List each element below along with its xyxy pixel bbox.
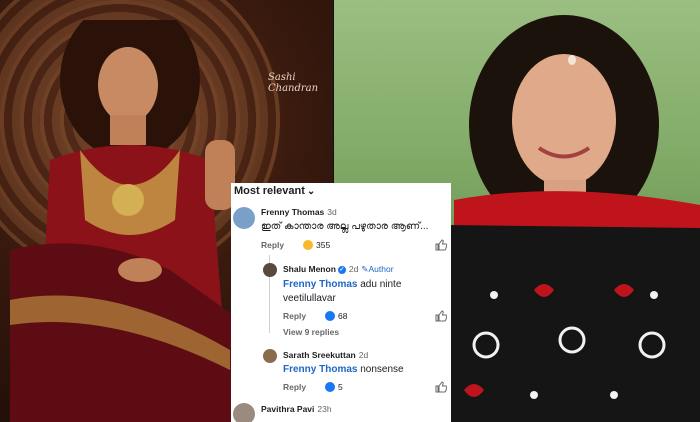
reply-text-line2: veetilullavar bbox=[283, 293, 336, 304]
avatar[interactable] bbox=[233, 207, 255, 229]
reply-text: Frenny Thomas adu ninte bbox=[283, 279, 402, 290]
reply-link[interactable]: Reply bbox=[283, 382, 306, 392]
photographer-signature: Sashi Chandran bbox=[268, 72, 319, 94]
mention-link[interactable]: Frenny Thomas bbox=[283, 364, 357, 375]
author-badge: ✎Author bbox=[361, 264, 394, 274]
sort-dropdown[interactable]: Most relevant ⌄ bbox=[234, 185, 315, 197]
laugh-emoji-icon bbox=[303, 240, 313, 250]
reply-text: Frenny Thomas nonsense bbox=[283, 364, 404, 375]
comment-author[interactable]: Frenny Thomas 3d bbox=[261, 207, 337, 217]
reply-author[interactable]: Sarath Sreekuttan 2d bbox=[283, 350, 368, 360]
view-replies-link[interactable]: View 9 replies bbox=[283, 327, 339, 337]
avatar[interactable] bbox=[233, 403, 255, 422]
woman-in-red-saree-figure bbox=[10, 20, 249, 422]
reply-link[interactable]: Reply bbox=[283, 311, 306, 321]
like-reaction-icon bbox=[325, 382, 335, 392]
avatar[interactable] bbox=[263, 263, 277, 277]
reaction-count[interactable]: 5 bbox=[325, 382, 343, 392]
comment-text: ഇത് കാന്താര അല്ല പഴുതാര ആണ്... bbox=[261, 221, 429, 232]
reaction-count[interactable]: 68 bbox=[325, 311, 347, 321]
verified-icon: ✓ bbox=[337, 265, 346, 274]
thumbs-up-icon[interactable] bbox=[435, 239, 447, 251]
comment-author[interactable]: Pavithra Pavi 23h bbox=[261, 404, 332, 414]
mention-link[interactable]: Frenny Thomas bbox=[283, 279, 357, 290]
reaction-count[interactable]: 355 bbox=[303, 240, 330, 250]
avatar[interactable] bbox=[263, 349, 277, 363]
comments-panel: Most relevant ⌄ Frenny Thomas 3d ഇത് കാന്ത… bbox=[231, 183, 451, 422]
chevron-down-icon: ⌄ bbox=[306, 186, 316, 197]
like-reaction-icon bbox=[325, 311, 335, 321]
sort-label: Most relevant bbox=[234, 185, 305, 197]
thumbs-up-icon[interactable] bbox=[435, 310, 447, 322]
thumbs-up-icon[interactable] bbox=[435, 381, 447, 393]
reply-author[interactable]: Shalu Menon ✓ 2d ✎Author bbox=[283, 264, 394, 275]
reply-link[interactable]: Reply bbox=[261, 240, 284, 250]
